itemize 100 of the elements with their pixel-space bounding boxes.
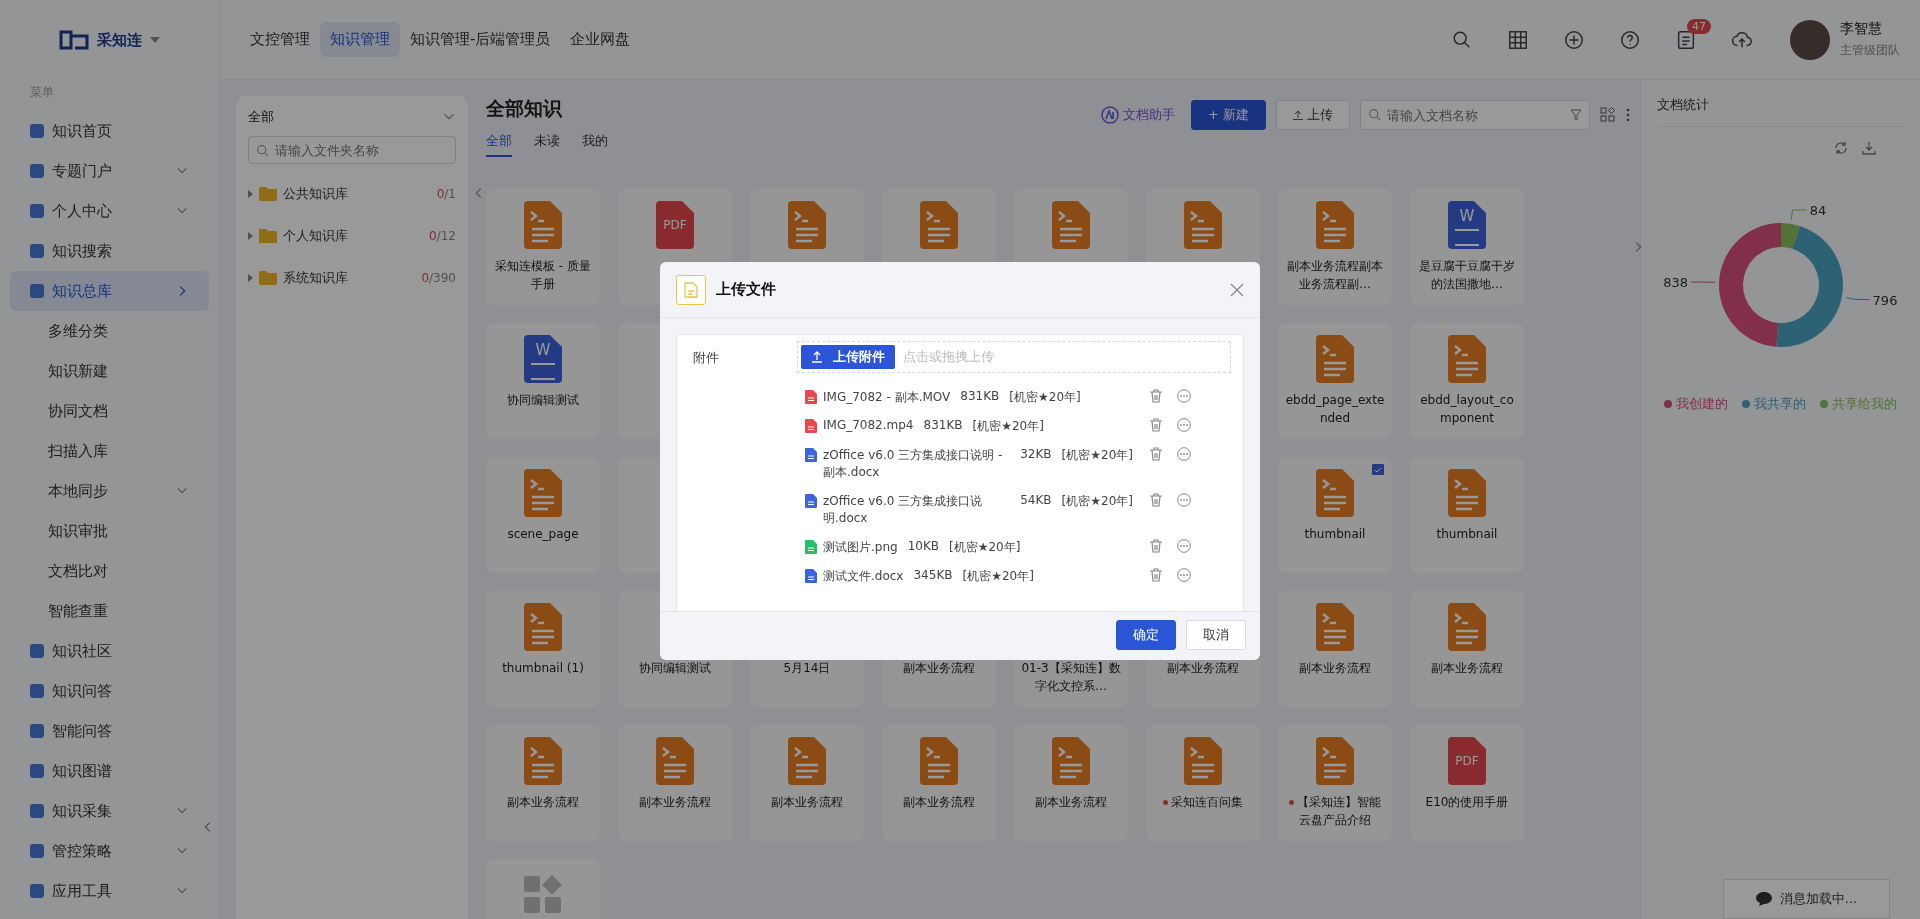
filter-icon[interactable] — [1570, 109, 1582, 121]
file-card[interactable]: thumbnail (1) — [486, 591, 600, 707]
layout-icon[interactable] — [1600, 107, 1616, 123]
menu-item[interactable]: 知识总库 — [10, 271, 209, 311]
close-icon[interactable] — [1230, 282, 1244, 297]
more-icon[interactable] — [1177, 493, 1191, 507]
file-card[interactable]: PDF E10的使用手册 — [1410, 725, 1524, 841]
menu-item[interactable]: 知识搜索 — [10, 231, 209, 271]
more-icon[interactable] — [1177, 539, 1191, 553]
filter-tab[interactable]: 未读 — [534, 132, 560, 157]
filter-tab[interactable]: 我的 — [582, 132, 608, 157]
expand-icon[interactable] — [248, 274, 253, 282]
expand-icon[interactable] — [248, 232, 253, 240]
security-tag: [机密★20年] — [1061, 493, 1133, 527]
attachment-name: IMG_7082 - 副本.MOV — [823, 389, 951, 406]
document-icon — [788, 201, 826, 249]
file-card[interactable]: 副本业务流程副本业务流程副… — [1278, 189, 1392, 305]
document-icon — [920, 737, 958, 785]
menu-item[interactable]: 本地同步 — [10, 471, 209, 511]
menu-item[interactable]: 知识社区 — [10, 631, 209, 671]
file-card[interactable]: ebdd_layout_component — [1410, 323, 1524, 439]
trash-icon[interactable] — [1149, 418, 1163, 432]
folder-label[interactable]: 公共知识库 — [283, 185, 431, 203]
menu-item[interactable]: 智能问答 — [10, 711, 209, 751]
avatar[interactable] — [1790, 19, 1830, 60]
file-card[interactable]: ebdd_page_extended — [1278, 323, 1392, 439]
file-name: 副本业务流程 — [506, 794, 580, 811]
cancel-button[interactable]: 取消 — [1186, 620, 1246, 650]
menu-item[interactable]: 智能查重 — [10, 591, 209, 631]
trash-icon[interactable] — [1149, 568, 1163, 582]
more-icon[interactable] — [1177, 447, 1191, 461]
folder-label[interactable]: 系统知识库 — [283, 269, 416, 287]
more-icon[interactable] — [1177, 568, 1191, 582]
upload-attachment-button[interactable]: 上传附件 — [801, 345, 895, 369]
file-card[interactable]: W 协同编辑测试 — [486, 323, 600, 439]
upload-button[interactable]: 上传 — [1276, 100, 1350, 130]
file-card[interactable]: 副本业务流程 — [882, 725, 996, 841]
help-icon[interactable] — [1619, 28, 1641, 51]
menu-item[interactable]: 知识审批 — [10, 511, 209, 551]
nav-tab[interactable]: 企业网盘 — [560, 22, 641, 57]
menu-item[interactable]: 文档比对 — [10, 551, 209, 591]
menu-item[interactable]: 个人中心 — [10, 191, 209, 231]
filter-tab[interactable]: 全部 — [486, 132, 512, 157]
menu-item[interactable]: 应用工具 — [10, 871, 209, 911]
menu-item[interactable]: 知识图谱 — [10, 751, 209, 791]
menu-item[interactable]: 管控策略 — [10, 831, 209, 871]
menu-item[interactable]: 专题门户 — [10, 151, 209, 191]
nav-tab[interactable]: 知识管理-后端管理员 — [400, 22, 561, 57]
file-card[interactable]: 【采知连】智能云盘产品介绍 — [1278, 725, 1392, 841]
trash-icon[interactable] — [1149, 447, 1163, 461]
file-card[interactable]: 副本业务流程 — [1410, 591, 1524, 707]
more-icon[interactable] — [1177, 389, 1191, 403]
file-name: thumbnail (1) — [501, 660, 585, 677]
folder-label[interactable]: 个人知识库 — [283, 227, 424, 245]
upload-icon — [811, 351, 823, 363]
nav-tab[interactable]: 知识管理 — [320, 22, 400, 57]
file-card[interactable]: 副本业务流程 — [486, 725, 600, 841]
grid-icon[interactable] — [1507, 28, 1529, 51]
notification-icon[interactable] — [1675, 28, 1697, 51]
folder-count: 0/390 — [421, 271, 456, 285]
assistant-button[interactable]: 文档助手 — [1094, 105, 1181, 125]
legend-label[interactable]: 我创建的 — [1676, 395, 1728, 413]
menu-item[interactable]: 知识问答 — [10, 671, 209, 711]
caret-icon[interactable] — [150, 37, 160, 43]
file-card[interactable]: 采知连百问集 — [1146, 725, 1260, 841]
confirm-button[interactable]: 确定 — [1116, 620, 1176, 650]
file-card[interactable]: 副本业务流程 — [1278, 591, 1392, 707]
refresh-icon[interactable] — [1834, 141, 1848, 155]
file-card[interactable]: 副本业务流程 — [1014, 725, 1128, 841]
menu-item[interactable]: 知识首页 — [10, 111, 209, 151]
file-card[interactable]: 副本业务流程 — [618, 725, 732, 841]
add-icon[interactable] — [1563, 28, 1585, 51]
menu-item[interactable]: 多维分类 — [10, 311, 209, 351]
nav-tab[interactable]: 文控管理 — [240, 22, 320, 57]
trash-icon[interactable] — [1149, 539, 1163, 553]
file-card[interactable]: scene_page — [486, 457, 600, 573]
more-icon[interactable] — [1626, 108, 1630, 122]
word-file-icon: W — [524, 335, 562, 383]
file-card[interactable]: 采知连模板 - 质量手册 — [486, 189, 600, 305]
menu-item[interactable]: 知识采集 — [10, 791, 209, 831]
menu-icon — [30, 284, 44, 298]
upload-dropzone[interactable]: 上传附件 点击或拖拽上传 — [797, 341, 1231, 373]
menu-item[interactable]: 扫描入库 — [10, 431, 209, 471]
search-icon — [256, 144, 269, 157]
expand-icon[interactable] — [248, 190, 253, 198]
file-card[interactable]: thumbnail — [1410, 457, 1524, 573]
menu-item[interactable]: 知识新建 — [10, 351, 209, 391]
file-card[interactable]: 副本业务流程 — [750, 725, 864, 841]
video-file-icon — [805, 390, 817, 404]
upload-icon — [1293, 110, 1303, 120]
trash-icon[interactable] — [1149, 493, 1163, 507]
download-icon[interactable] — [1862, 141, 1876, 155]
file-card[interactable]: W 是豆腐干豆腐干岁的法国撒地… — [1410, 189, 1524, 305]
file-card[interactable]: thumbnail — [1278, 457, 1392, 573]
new-button[interactable]: + 新建 — [1190, 100, 1266, 130]
menu-item[interactable]: 协同文档 — [10, 391, 209, 431]
trash-icon[interactable] — [1149, 389, 1163, 403]
search-field[interactable]: 请输入文档名称 — [1360, 100, 1590, 130]
search-field[interactable]: 请输入文件夹名称 — [248, 136, 456, 164]
more-icon[interactable] — [1177, 418, 1191, 432]
